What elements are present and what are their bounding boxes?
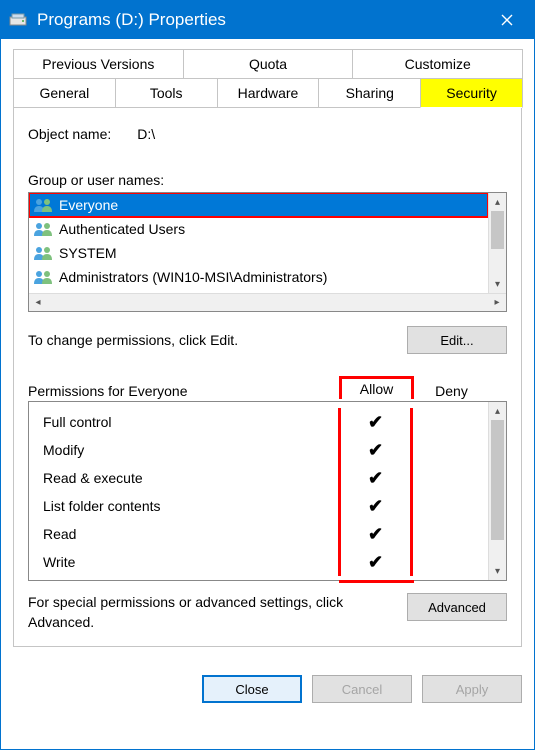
permission-allow-cell: ✔ — [338, 548, 413, 576]
group-item-label: Everyone — [59, 197, 118, 213]
users-icon — [33, 269, 53, 285]
scroll-thumb[interactable] — [491, 420, 504, 540]
title-bar: Programs (D:) Properties — [1, 1, 534, 39]
advanced-button[interactable]: Advanced — [407, 593, 507, 621]
object-name-label: Object name: — [28, 126, 111, 142]
deny-column-header: Deny — [414, 383, 489, 399]
permission-row: Read & execute ✔ — [29, 464, 488, 492]
scroll-left-icon[interactable]: ◂ — [29, 294, 47, 311]
permission-row: Read ✔ — [29, 520, 488, 548]
permission-name: Full control — [43, 414, 338, 430]
permission-allow-cell: ✔ — [338, 436, 413, 464]
permission-name: List folder contents — [43, 498, 338, 514]
scroll-down-icon[interactable]: ▾ — [489, 562, 506, 580]
client-area: Previous Versions Quota Customize Genera… — [1, 39, 534, 659]
permission-row: List folder contents ✔ — [29, 492, 488, 520]
checkmark-icon: ✔ — [368, 496, 383, 516]
group-item[interactable]: Administrators (WIN10-MSI\Administrators… — [29, 265, 488, 289]
dialog-button-bar: Close Cancel Apply — [1, 659, 534, 719]
checkmark-icon: ✔ — [368, 524, 383, 544]
group-item[interactable]: SYSTEM — [29, 241, 488, 265]
group-item[interactable]: Everyone — [29, 193, 488, 217]
permission-row: Full control ✔ — [29, 408, 488, 436]
tab-panel-security: Object name: D:\ Group or user names: Ev… — [13, 107, 522, 647]
tab-tools[interactable]: Tools — [115, 78, 218, 108]
tab-sharing[interactable]: Sharing — [318, 78, 421, 108]
tab-security[interactable]: Security — [420, 78, 523, 108]
edit-button[interactable]: Edit... — [407, 326, 507, 354]
tab-strip: Previous Versions Quota Customize Genera… — [13, 49, 522, 108]
permission-allow-cell: ✔ — [338, 492, 413, 520]
checkmark-icon: ✔ — [368, 468, 383, 488]
close-window-button[interactable] — [484, 1, 530, 39]
scroll-down-icon[interactable]: ▾ — [489, 275, 506, 293]
tab-customize[interactable]: Customize — [352, 49, 523, 78]
checkmark-icon: ✔ — [368, 552, 383, 572]
checkmark-icon: ✔ — [368, 440, 383, 460]
users-icon — [33, 197, 53, 213]
users-icon — [33, 245, 53, 261]
window-title: Programs (D:) Properties — [37, 10, 484, 30]
tab-previous-versions[interactable]: Previous Versions — [13, 49, 184, 78]
tab-general[interactable]: General — [13, 78, 116, 108]
permission-allow-cell: ✔ — [338, 520, 413, 548]
allow-column-header: Allow — [339, 376, 414, 399]
permissions-for-label: Permissions for Everyone — [28, 383, 339, 399]
permission-allow-cell: ✔ — [338, 408, 413, 436]
scroll-right-icon[interactable]: ▸ — [488, 294, 506, 311]
permission-row: Write ✔ — [29, 548, 488, 576]
drive-icon — [9, 12, 27, 28]
scroll-up-icon[interactable]: ▴ — [489, 402, 506, 420]
scroll-up-icon[interactable]: ▴ — [489, 193, 506, 211]
checkmark-icon: ✔ — [368, 412, 383, 432]
permission-name: Modify — [43, 442, 338, 458]
tab-hardware[interactable]: Hardware — [217, 78, 320, 108]
permissions-listbox[interactable]: Full control✔Modify✔Read & execute✔List … — [28, 401, 507, 581]
group-listbox[interactable]: Everyone Authenticated Users SYSTEM Adminis… — [28, 192, 507, 312]
users-icon — [33, 221, 53, 237]
scroll-thumb[interactable] — [491, 211, 504, 249]
group-list-vscrollbar[interactable]: ▴ ▾ — [488, 193, 506, 293]
group-item-label: Authenticated Users — [59, 221, 185, 237]
permission-name: Write — [43, 554, 338, 570]
apply-button[interactable]: Apply — [422, 675, 522, 703]
advanced-hint-text: For special permissions or advanced sett… — [28, 593, 397, 632]
group-list-hscrollbar[interactable]: ◂ ▸ — [29, 293, 506, 311]
group-user-names-label: Group or user names: — [28, 172, 507, 188]
close-button[interactable]: Close — [202, 675, 302, 703]
object-name-value: D:\ — [137, 126, 155, 142]
permission-name: Read — [43, 526, 338, 542]
tab-quota[interactable]: Quota — [183, 49, 354, 78]
group-item-label: Administrators (WIN10-MSI\Administrators… — [59, 269, 327, 285]
permission-row: Modify ✔ — [29, 436, 488, 464]
group-item[interactable]: Authenticated Users — [29, 217, 488, 241]
permission-allow-cell: ✔ — [338, 464, 413, 492]
edit-hint-text: To change permissions, click Edit. — [28, 332, 397, 348]
permissions-vscrollbar[interactable]: ▴ ▾ — [488, 402, 506, 580]
cancel-button[interactable]: Cancel — [312, 675, 412, 703]
permission-name: Read & execute — [43, 470, 338, 486]
group-item-label: SYSTEM — [59, 245, 117, 261]
